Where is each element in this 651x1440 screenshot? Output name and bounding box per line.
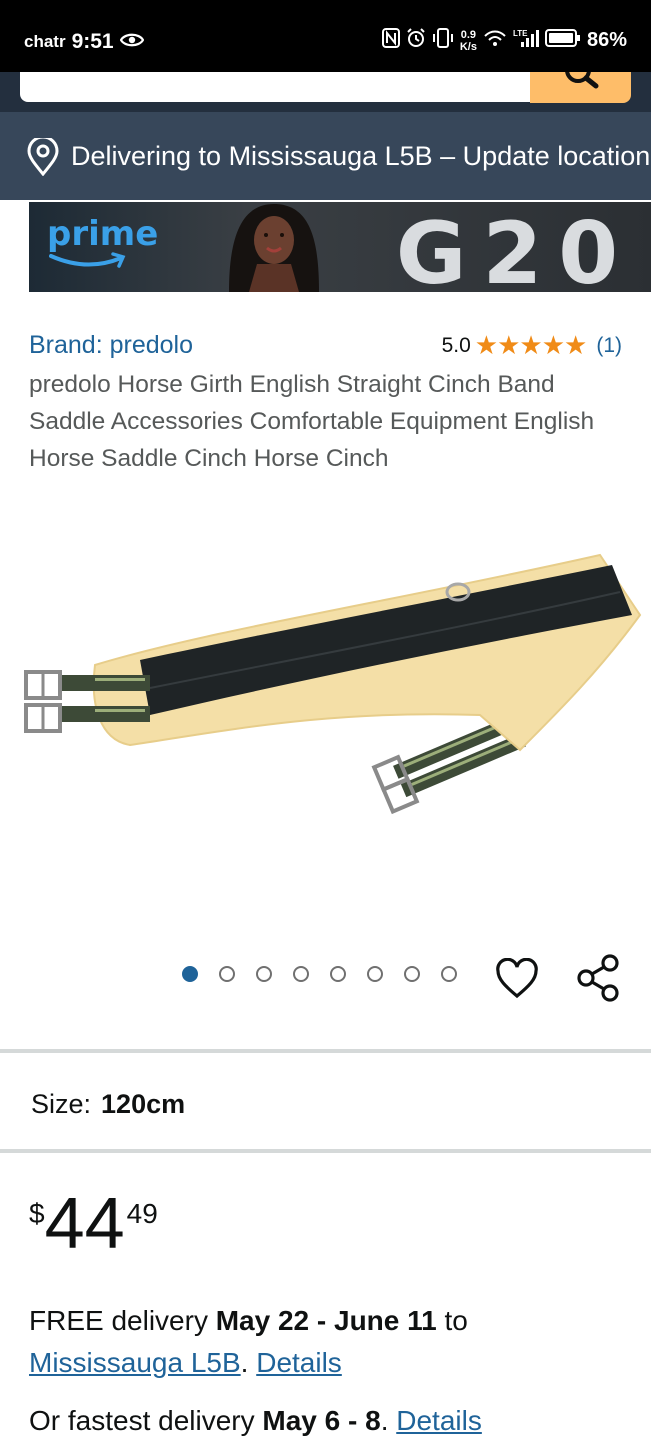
search-button[interactable] <box>530 57 631 103</box>
carousel-dot[interactable] <box>219 966 235 982</box>
delivery-details-link[interactable]: Details <box>256 1347 342 1378</box>
delivery-location-link[interactable]: Mississauga L5B <box>29 1347 241 1378</box>
carousel-dot[interactable] <box>182 966 198 982</box>
banner-title: G20 <box>395 204 635 292</box>
eye-icon <box>119 32 144 53</box>
section-divider <box>0 1049 651 1053</box>
status-bar: chatr 9:51 0.9 K/s LTE 86% <box>0 0 651 72</box>
cell-signal-icon: LTE <box>513 28 539 53</box>
fastest-details-link[interactable]: Details <box>396 1405 482 1436</box>
carousel-dot[interactable] <box>256 966 272 982</box>
price: $ 44 49 <box>29 1188 158 1260</box>
battery-percent: 86% <box>586 29 627 51</box>
delivery-location-bar[interactable]: Delivering to Mississauga L5B – Update l… <box>0 112 651 200</box>
brand-link[interactable]: Brand: predolo <box>29 331 193 360</box>
product-title: predolo Horse Girth English Straight Cin… <box>29 371 595 472</box>
image-carousel-dots <box>182 966 457 982</box>
rating-count-link[interactable]: (1) <box>596 334 622 358</box>
wifi-icon <box>483 28 507 53</box>
share-icon[interactable] <box>575 953 621 1008</box>
prime-video-banner[interactable]: prime G20 <box>29 202 651 292</box>
nfc-icon <box>381 28 400 53</box>
search-bar <box>0 57 651 112</box>
size-value: 120cm <box>101 1089 186 1119</box>
fastest-delivery-dates: May 6 - 8 <box>262 1405 381 1436</box>
delivery-location-text: Delivering to Mississauga L5B – Update l… <box>71 141 651 171</box>
svg-text:LTE: LTE <box>513 29 528 38</box>
network-speed: 0.9 K/s <box>459 28 477 53</box>
banner-person-image <box>219 202 329 292</box>
star-rating-icon: ★★★★★ <box>474 330 588 360</box>
delivery-info: FREE delivery May 22 - June 11 to Missis… <box>29 1305 468 1378</box>
carousel-dot[interactable] <box>293 966 309 982</box>
product-image[interactable] <box>0 520 651 840</box>
carousel-dot[interactable] <box>330 966 346 982</box>
alarm-icon <box>406 28 426 53</box>
prime-logo: prime <box>47 214 159 254</box>
clock: 9:51 <box>71 30 114 53</box>
carrier-label: chatr <box>24 32 66 51</box>
carousel-dot[interactable] <box>367 966 383 982</box>
carousel-dot[interactable] <box>441 966 457 982</box>
heart-icon[interactable] <box>495 957 539 1005</box>
size-label: Size: <box>31 1089 92 1119</box>
delivery-dates: May 22 - June 11 <box>215 1305 437 1336</box>
search-input[interactable] <box>20 72 532 102</box>
vibrate-icon <box>432 28 454 53</box>
prime-smile-icon <box>49 252 129 277</box>
carousel-dot[interactable] <box>404 966 420 982</box>
section-divider <box>0 1149 651 1153</box>
battery-icon <box>544 28 581 53</box>
location-pin-icon <box>26 135 60 181</box>
size-selector[interactable]: Size: 120cm <box>31 1089 185 1120</box>
price-whole: 44 <box>44 1184 125 1264</box>
search-icon <box>530 57 631 107</box>
price-currency: $ <box>29 1198 45 1229</box>
rating-summary[interactable]: 5.0 ★★★★★ (1) <box>442 330 622 361</box>
rating-value: 5.0 <box>441 333 471 357</box>
price-fraction: 49 <box>126 1198 158 1229</box>
fastest-delivery-info: Or fastest delivery May 6 - 8. Details <box>29 1405 482 1436</box>
